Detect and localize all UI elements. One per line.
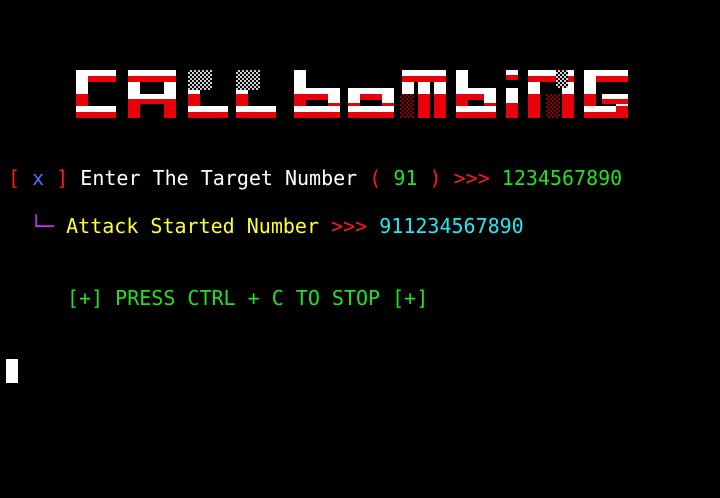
bracket-close: ] bbox=[56, 166, 69, 190]
country-code: 91 bbox=[393, 166, 418, 190]
ascii-banner bbox=[76, 68, 636, 120]
prompt-marker: x bbox=[32, 166, 45, 190]
banner-logo-art bbox=[76, 70, 628, 118]
prompt-arrows: >>> bbox=[453, 166, 490, 190]
paren-open: ( bbox=[369, 166, 382, 190]
status-label: Attack Started Number bbox=[66, 214, 320, 238]
attack-number: 911234567890 bbox=[379, 214, 524, 238]
tree-branch-icon: └─ bbox=[30, 214, 55, 238]
paren-close: ) bbox=[429, 166, 442, 190]
terminal-cursor[interactable] bbox=[6, 359, 18, 383]
stop-hint: [+] PRESS CTRL + C TO STOP [+] bbox=[67, 286, 429, 310]
target-number-input[interactable]: 1234567890 bbox=[502, 166, 622, 190]
bracket-open: [ bbox=[8, 166, 21, 190]
attack-status-line: └─ Attack Started Number >>> 91123456789… bbox=[30, 214, 524, 238]
target-number-prompt: [ x ] Enter The Target Number ( 91 ) >>>… bbox=[8, 166, 622, 190]
prompt-label: Enter The Target Number bbox=[80, 166, 358, 190]
status-arrows: >>> bbox=[331, 214, 368, 238]
